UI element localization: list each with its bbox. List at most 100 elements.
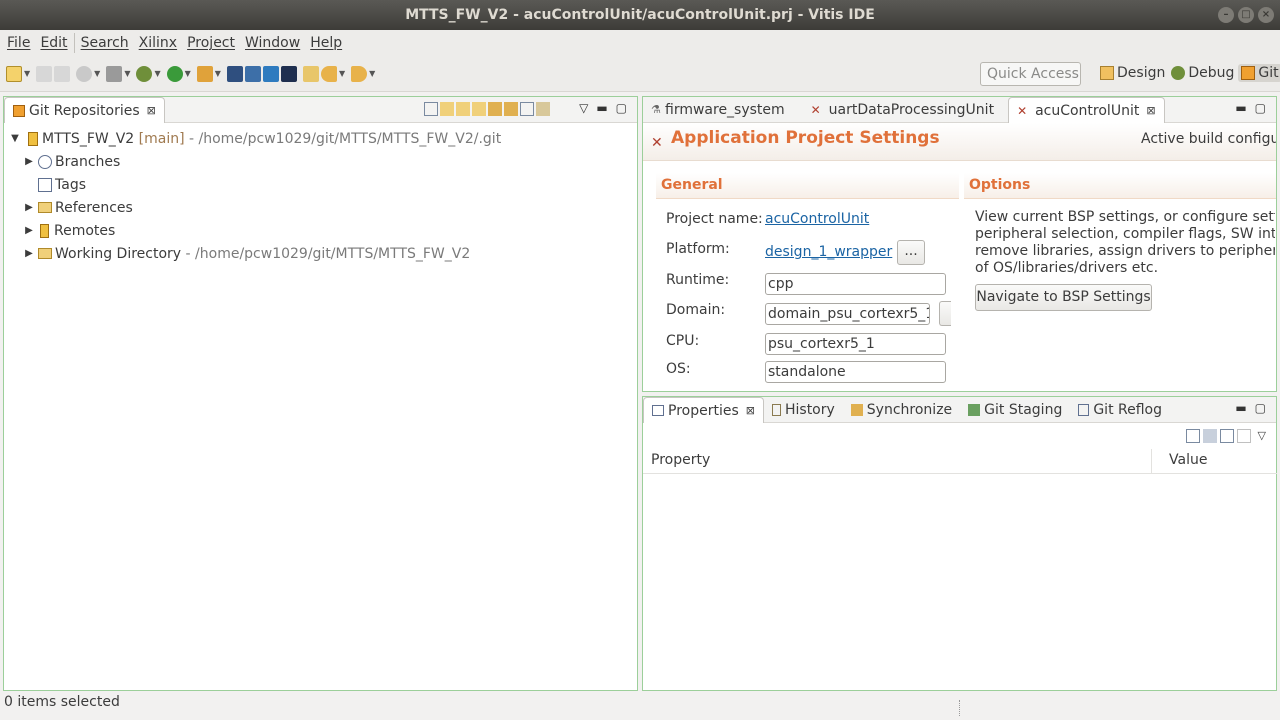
tree-node-references[interactable]: ▶ References <box>4 196 637 219</box>
tab-git-staging[interactable]: Git Staging <box>960 397 1070 422</box>
view-menu-icon[interactable]: ▽ <box>1258 429 1266 443</box>
quick-access-input[interactable]: Quick Access <box>980 62 1081 86</box>
domain-label: Domain: <box>666 302 726 318</box>
tree-node-remotes[interactable]: ▶ Remotes <box>4 219 637 242</box>
tab-acu-control-unit[interactable]: ✕ acuControlUnit ⊠ <box>1008 97 1165 123</box>
debug-bug-icon <box>1171 66 1186 80</box>
run-dropdown-icon[interactable]: ▼ <box>185 69 191 78</box>
clone-repository-icon[interactable] <box>456 102 470 116</box>
perspective-debug[interactable]: Debug <box>1171 65 1234 81</box>
pin-icon[interactable] <box>1185 429 1200 443</box>
refresh-icon[interactable] <box>504 102 518 116</box>
back-arrow-icon[interactable] <box>320 65 337 82</box>
menu-file[interactable]: File <box>2 35 35 51</box>
tree-node-branches[interactable]: ▶ Branches <box>4 150 637 173</box>
git-repositories-view-toolbar <box>424 102 550 116</box>
properties-table-header: Property Value <box>643 449 1277 474</box>
external-tools-dropdown-icon[interactable]: ▼ <box>215 69 221 78</box>
maximize-icon[interactable]: ▢ <box>1255 101 1266 115</box>
repository-node[interactable]: ▼ MTTS_FW_V2 [main] - /home/pcw1029/git/… <box>4 127 637 150</box>
domain-browse-button[interactable] <box>939 301 951 326</box>
menu-xilinx[interactable]: Xilinx <box>134 35 182 51</box>
tab-uart-data-processing-unit[interactable]: ✕ uartDataProcessingUnit <box>803 97 1002 122</box>
serial-console-icon[interactable] <box>244 65 261 82</box>
platform-browse-button[interactable]: ... <box>897 240 925 265</box>
add-repository-icon[interactable] <box>440 102 454 116</box>
menu-window[interactable]: Window <box>240 35 305 51</box>
new-icon[interactable] <box>6 65 22 82</box>
create-repository-icon[interactable] <box>472 102 486 116</box>
maximize-icon[interactable]: ▢ <box>616 101 627 115</box>
collapsed-arrow-icon[interactable]: ▶ <box>22 156 36 167</box>
view-menu-icon[interactable]: ▽ <box>579 101 588 115</box>
tab-history[interactable]: History <box>764 397 843 422</box>
build-dropdown-icon[interactable]: ▼ <box>124 69 130 78</box>
column-divider[interactable] <box>1151 449 1152 473</box>
forward-arrow-icon[interactable] <box>351 65 368 82</box>
last-edit-icon[interactable] <box>302 65 319 82</box>
perspective-git[interactable]: Git <box>1238 64 1280 82</box>
os-field[interactable]: standalone <box>765 361 946 383</box>
close-icon[interactable]: ⊠ <box>746 404 755 417</box>
collapsed-arrow-icon[interactable]: ▶ <box>22 225 36 236</box>
close-icon[interactable]: ⊠ <box>147 104 156 117</box>
platform-link[interactable]: design_1_wrapper <box>765 244 892 260</box>
close-icon[interactable]: ⊠ <box>1146 104 1155 117</box>
debug-config-dropdown-icon[interactable]: ▼ <box>94 69 100 78</box>
cpu-field[interactable]: psu_cortexr5_1 <box>765 333 946 355</box>
terminal-icon[interactable] <box>226 65 243 82</box>
tab-git-repositories[interactable]: Git Repositories ⊠ <box>4 97 165 123</box>
collapse-all-icon[interactable] <box>424 102 438 116</box>
collapsed-arrow-icon[interactable]: ▶ <box>22 202 36 213</box>
expanded-arrow-icon[interactable]: ▼ <box>8 133 22 144</box>
hierarchical-branch-icon[interactable] <box>520 102 534 116</box>
property-column-header[interactable]: Property <box>651 452 710 468</box>
synchronize-icon <box>850 403 863 416</box>
tab-git-reflog[interactable]: Git Reflog <box>1070 397 1170 422</box>
save-all-icon <box>54 65 71 82</box>
new-dropdown-icon[interactable]: ▼ <box>24 69 30 78</box>
external-tools-icon[interactable] <box>196 65 213 82</box>
minimize-window-button[interactable]: – <box>1218 7 1234 23</box>
navigate-to-bsp-settings-button[interactable]: Navigate to BSP Settings <box>975 284 1152 311</box>
minimize-icon[interactable]: ▬ <box>1235 101 1246 115</box>
runtime-field[interactable]: cpp <box>765 273 946 295</box>
debug-bug-icon[interactable] <box>136 65 153 82</box>
console-icon[interactable] <box>280 65 297 82</box>
git-staging-icon <box>968 403 981 416</box>
domain-field[interactable]: domain_psu_cortexr5_1 <box>765 303 930 325</box>
run-icon[interactable] <box>166 65 183 82</box>
perspective-design[interactable]: Design <box>1100 65 1165 81</box>
project-name-link[interactable]: acuControlUnit <box>765 211 869 227</box>
debug-dropdown-icon[interactable]: ▼ <box>154 69 160 78</box>
build-hammer-icon[interactable] <box>106 65 123 82</box>
collapsed-arrow-icon[interactable]: ▶ <box>22 248 36 259</box>
xsct-icon[interactable] <box>262 65 279 82</box>
menu-edit[interactable]: Edit <box>35 35 72 51</box>
minimize-icon[interactable]: ▬ <box>596 101 607 115</box>
tab-firmware-system[interactable]: ⚗ firmware_system <box>643 97 793 122</box>
platform-label: Platform: <box>666 241 730 257</box>
show-in-icon[interactable] <box>536 102 550 116</box>
menu-help[interactable]: Help <box>305 35 347 51</box>
repo-branch: [main] <box>138 130 185 147</box>
value-column-header[interactable]: Value <box>1169 452 1207 468</box>
properties-panel: Properties ⊠ History Synchronize Git Sta… <box>642 396 1277 691</box>
minimize-icon[interactable]: ▬ <box>1235 401 1246 415</box>
show-categories-icon[interactable] <box>1202 429 1217 443</box>
tree-node-tags[interactable]: Tags <box>4 173 637 196</box>
show-advanced-icon[interactable] <box>1219 429 1234 443</box>
maximize-icon[interactable]: ▢ <box>1255 401 1266 415</box>
close-window-button[interactable]: × <box>1258 7 1274 23</box>
back-dropdown-icon[interactable]: ▼ <box>339 69 345 78</box>
remotes-icon <box>40 223 49 238</box>
forward-dropdown-icon[interactable]: ▼ <box>369 69 375 78</box>
link-with-editor-icon[interactable] <box>488 102 502 116</box>
maximize-window-button[interactable]: □ <box>1238 7 1254 23</box>
tab-properties[interactable]: Properties ⊠ <box>643 397 764 423</box>
menu-search[interactable]: Search <box>76 35 134 51</box>
general-section-heading: General <box>656 173 959 199</box>
tab-synchronize[interactable]: Synchronize <box>843 397 960 422</box>
tree-node-working-directory[interactable]: ▶ Working Directory - /home/pcw1029/git/… <box>4 242 637 265</box>
menu-project[interactable]: Project <box>182 35 240 51</box>
